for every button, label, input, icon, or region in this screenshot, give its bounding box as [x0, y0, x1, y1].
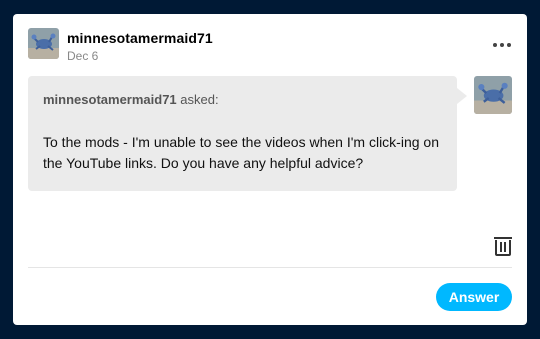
question-text: To the mods - I'm unable to see the vide…	[43, 134, 439, 171]
post-username[interactable]: minnesotamermaid71	[67, 30, 213, 46]
asker-avatar[interactable]	[474, 76, 512, 114]
more-options-button[interactable]	[489, 36, 515, 54]
more-options-icon	[493, 43, 511, 47]
ask-bubble: minnesotamermaid71 asked: To the mods - …	[28, 76, 467, 191]
trash-icon	[494, 237, 512, 256]
footer-divider	[28, 267, 512, 268]
blue-crab-avatar-icon	[28, 28, 59, 59]
asker-line: minnesotamermaid71 asked:	[43, 92, 219, 107]
asked-label: asked:	[176, 92, 219, 107]
delete-button[interactable]	[492, 235, 514, 257]
asker-name[interactable]: minnesotamermaid71	[43, 92, 177, 107]
ask-post-card: minnesotamermaid71 Dec 6 minnesotamermai…	[13, 14, 527, 325]
poster-avatar[interactable]	[28, 28, 59, 59]
post-date: Dec 6	[67, 49, 99, 63]
blue-crab-avatar-icon	[474, 76, 512, 114]
answer-button[interactable]: Answer	[436, 283, 512, 311]
